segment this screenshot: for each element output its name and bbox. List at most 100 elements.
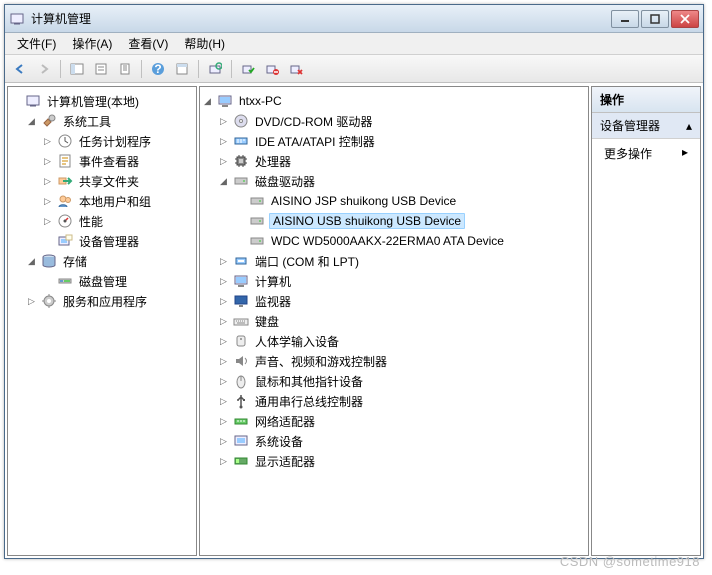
tree-label: 共享文件夹 — [77, 172, 141, 191]
node-system-tools[interactable]: ◢系统工具 — [8, 111, 196, 131]
node-disk-2[interactable]: AISINO USB shuikong USB Device — [200, 211, 588, 231]
expand-icon[interactable]: ▷ — [218, 136, 229, 147]
perf-icon — [57, 213, 73, 229]
actions-header: 操作 — [592, 87, 700, 113]
uninstall-button[interactable] — [285, 58, 307, 80]
node-disk-management[interactable]: 磁盘管理 — [8, 271, 196, 291]
maximize-button[interactable] — [641, 10, 669, 28]
more-actions[interactable]: 更多操作 ▸ — [592, 139, 700, 168]
expand-icon[interactable]: ▷ — [218, 156, 229, 167]
node-task-scheduler[interactable]: ▷任务计划程序 — [8, 131, 196, 151]
display-icon — [233, 453, 249, 469]
menu-action[interactable]: 操作(A) — [64, 33, 120, 54]
expand-icon[interactable]: ◢ — [202, 96, 213, 107]
expand-icon[interactable]: ▷ — [218, 436, 229, 447]
close-button[interactable] — [671, 10, 699, 28]
app-icon — [9, 11, 25, 27]
node-hid[interactable]: ▷人体学输入设备 — [200, 331, 588, 351]
node-disk-3[interactable]: WDC WD5000AAKX-22ERMA0 ATA Device — [200, 231, 588, 251]
node-disk-1[interactable]: AISINO JSP shuikong USB Device — [200, 191, 588, 211]
minimize-button[interactable] — [611, 10, 639, 28]
node-mice[interactable]: ▷鼠标和其他指针设备 — [200, 371, 588, 391]
node-monitors[interactable]: ▷监视器 — [200, 291, 588, 311]
ports-icon — [233, 253, 249, 269]
users-icon — [57, 193, 73, 209]
node-dvd[interactable]: ▷DVD/CD-ROM 驱动器 — [200, 111, 588, 131]
node-local-users[interactable]: ▷ 本地用户和组 — [8, 191, 196, 211]
expand-icon[interactable]: ▷ — [218, 396, 229, 407]
node-performance[interactable]: ▷性能 — [8, 211, 196, 231]
node-keyboards[interactable]: ▷键盘 — [200, 311, 588, 331]
expand-icon[interactable]: ▷ — [218, 296, 229, 307]
expand-icon[interactable]: ▷ — [218, 456, 229, 467]
help-button[interactable]: ? — [147, 58, 169, 80]
expand-icon[interactable]: ▷ — [218, 116, 229, 127]
expand-icon[interactable]: ▷ — [42, 196, 53, 207]
menu-view[interactable]: 查看(V) — [120, 33, 176, 54]
disable-button[interactable] — [261, 58, 283, 80]
cpu-icon — [233, 153, 249, 169]
node-shared-folders[interactable]: ▷ 共享文件夹 — [8, 171, 196, 191]
sound-icon — [233, 353, 249, 369]
node-computer[interactable]: ▷计算机 — [200, 271, 588, 291]
tree-label: 本地用户和组 — [77, 192, 153, 211]
expand-icon[interactable]: ▷ — [218, 316, 229, 327]
expand-icon[interactable]: ▷ — [42, 136, 53, 147]
expand-icon[interactable]: ◢ — [218, 176, 229, 187]
node-sound[interactable]: ▷声音、视频和游戏控制器 — [200, 351, 588, 371]
node-device-manager[interactable]: 设备管理器 — [8, 231, 196, 251]
node-network[interactable]: ▷网络适配器 — [200, 411, 588, 431]
computer-icon — [217, 93, 233, 109]
toolbar: ? — [5, 55, 703, 83]
node-system[interactable]: ▷系统设备 — [200, 431, 588, 451]
tree-label: 磁盘管理 — [77, 272, 129, 291]
clock-icon — [57, 133, 73, 149]
expand-icon[interactable]: ▷ — [218, 336, 229, 347]
expand-icon[interactable]: ▷ — [218, 376, 229, 387]
expand-icon[interactable]: ▷ — [26, 296, 37, 307]
expand-icon[interactable]: ▷ — [218, 276, 229, 287]
expand-icon[interactable]: ▷ — [218, 416, 229, 427]
node-cpu[interactable]: ▷处理器 — [200, 151, 588, 171]
share-icon — [57, 173, 73, 189]
node-root[interactable]: 计算机管理(本地) — [8, 91, 196, 111]
node-disk-drives[interactable]: ◢ 磁盘驱动器 — [200, 171, 588, 191]
window-title: 计算机管理 — [31, 10, 611, 27]
tree-label: 显示适配器 — [253, 452, 317, 471]
node-pc[interactable]: ◢htxx-PC — [200, 91, 588, 111]
expand-icon[interactable]: ▷ — [42, 216, 53, 227]
node-services-apps[interactable]: ▷服务和应用程序 — [8, 291, 196, 311]
enable-button[interactable] — [237, 58, 259, 80]
tree-label: 设备管理器 — [77, 232, 141, 251]
menu-file[interactable]: 文件(F) — [9, 33, 64, 54]
show-hide-tree-button[interactable] — [66, 58, 88, 80]
back-button[interactable] — [9, 58, 31, 80]
tree-label: AISINO JSP shuikong USB Device — [269, 193, 458, 209]
properties-button[interactable] — [90, 58, 112, 80]
tree-label: 磁盘驱动器 — [253, 172, 317, 191]
menu-help[interactable]: 帮助(H) — [176, 33, 233, 54]
expand-icon[interactable]: ▷ — [42, 156, 53, 167]
export-button[interactable] — [114, 58, 136, 80]
computer-management-window: 计算机管理 文件(F) 操作(A) 查看(V) 帮助(H) ? 计算机管理(本地… — [4, 4, 704, 559]
expand-icon[interactable]: ◢ — [26, 116, 37, 127]
tools-icon — [41, 113, 57, 129]
services-icon — [41, 293, 57, 309]
node-usb[interactable]: ▷通用串行总线控制器 — [200, 391, 588, 411]
expand-icon[interactable]: ◢ — [26, 256, 37, 267]
view-mode-button[interactable] — [171, 58, 193, 80]
forward-button[interactable] — [33, 58, 55, 80]
expand-icon[interactable]: ▷ — [218, 356, 229, 367]
scan-hardware-button[interactable] — [204, 58, 226, 80]
node-ide[interactable]: ▷ IDE ATA/ATAPI 控制器 — [200, 131, 588, 151]
more-actions-label: 更多操作 — [604, 145, 652, 162]
node-storage[interactable]: ◢存储 — [8, 251, 196, 271]
actions-section[interactable]: 设备管理器 ▴ — [592, 113, 700, 139]
titlebar[interactable]: 计算机管理 — [5, 5, 703, 33]
expand-icon[interactable]: ▷ — [42, 176, 53, 187]
tree-label: IDE ATA/ATAPI 控制器 — [253, 132, 377, 151]
node-event-viewer[interactable]: ▷事件查看器 — [8, 151, 196, 171]
expand-icon[interactable]: ▷ — [218, 256, 229, 267]
node-display[interactable]: ▷ 显示适配器 — [200, 451, 588, 471]
node-ports[interactable]: ▷端口 (COM 和 LPT) — [200, 251, 588, 271]
